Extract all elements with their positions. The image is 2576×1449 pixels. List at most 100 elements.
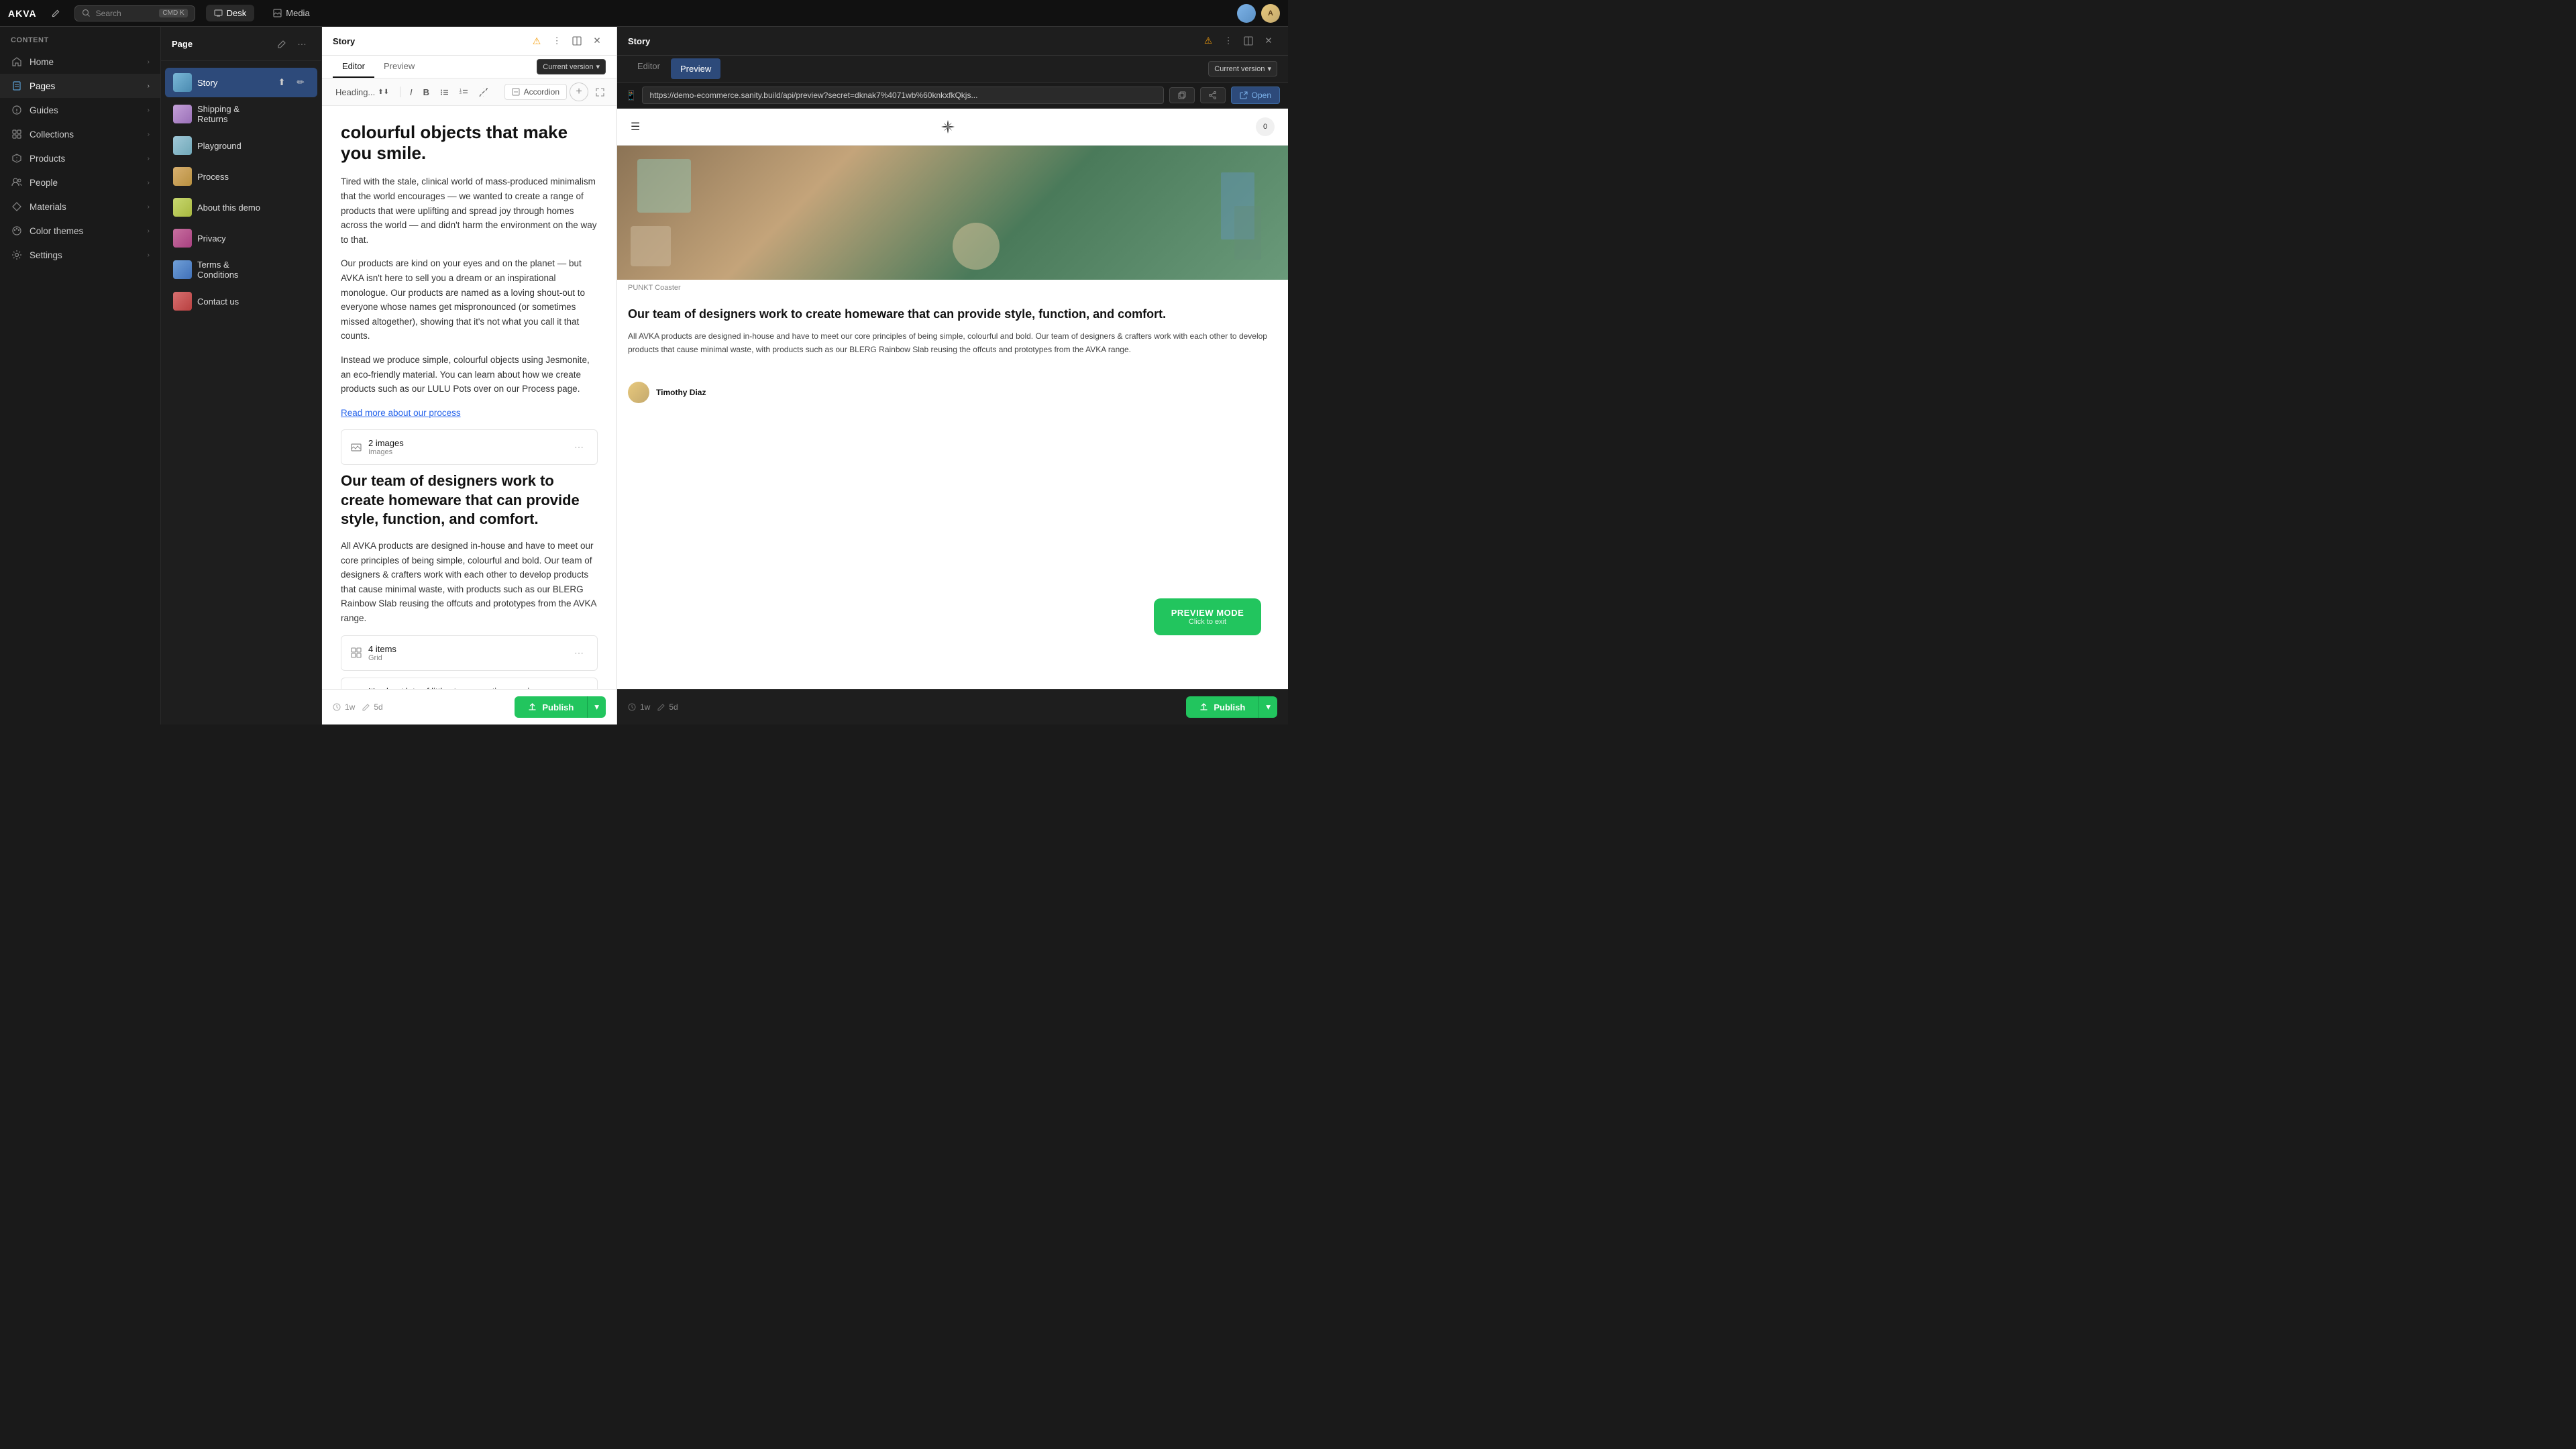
page-item-about[interactable]: About this demo ⬆ ✏: [165, 193, 317, 222]
panel-more-btn[interactable]: ···: [293, 35, 311, 52]
sidebar-pages-label: Pages: [30, 81, 141, 91]
warning-icon-right: ⚠: [1204, 36, 1212, 46]
url-input[interactable]: [642, 87, 1163, 104]
editor-tab-editor[interactable]: Editor: [333, 56, 374, 78]
sidebar-item-pages[interactable]: Pages ›: [0, 74, 160, 98]
sidebar-item-products[interactable]: Products ›: [0, 146, 160, 170]
publish-dropdown-right[interactable]: ▾: [1258, 696, 1277, 718]
page-item-privacy[interactable]: Privacy ⬆ ✏: [165, 223, 317, 253]
bullet-list-btn[interactable]: [436, 85, 453, 99]
hamburger-icon[interactable]: ☰: [631, 120, 640, 133]
page-panel: Page ··· Story ⬆ ✏ Shippin: [161, 27, 322, 724]
contact-pin-btn[interactable]: ⬆: [273, 292, 290, 310]
preview-close-btn-right[interactable]: ✕: [1260, 32, 1277, 50]
editor-more-btn-left[interactable]: ⋮: [548, 32, 566, 50]
page-item-contact[interactable]: Contact us ⬆ ✏: [165, 286, 317, 316]
process-edit-btn[interactable]: ✏: [292, 168, 309, 185]
preview-tab-editor[interactable]: Editor: [628, 56, 669, 82]
panel-edit-btn[interactable]: [273, 35, 290, 52]
page-item-shipping[interactable]: Shipping & Returns ⬆ ✏: [165, 99, 317, 129]
shipping-pin-btn[interactable]: ⬆: [273, 105, 290, 123]
playground-pin-btn[interactable]: ⬆: [273, 137, 290, 154]
tab-media[interactable]: Media: [265, 5, 317, 21]
search-placeholder: Search: [96, 9, 121, 18]
block-images-subtitle: Images: [368, 448, 564, 456]
avatar-primary[interactable]: [1237, 4, 1256, 23]
preview-share-btn[interactable]: [1200, 87, 1226, 103]
privacy-pin-btn[interactable]: ⬆: [273, 229, 290, 247]
clock-icon-left: [333, 703, 341, 711]
sidebar-item-materials[interactable]: Materials ›: [0, 195, 160, 219]
sidebar-item-guides[interactable]: Guides ›: [0, 98, 160, 122]
accordion-icon: [512, 88, 520, 96]
block-images-title: 2 images: [368, 438, 564, 448]
terms-edit-btn[interactable]: ✏: [292, 261, 309, 278]
privacy-edit-btn[interactable]: ✏: [292, 229, 309, 247]
contact-edit-btn[interactable]: ✏: [292, 292, 309, 310]
clock-icon-right: [628, 703, 636, 711]
editor-para-3: Instead we produce simple, colourful obj…: [341, 353, 598, 396]
block-grid[interactable]: 4 items Grid ⋯: [341, 635, 598, 671]
sidebar-guides-label: Guides: [30, 105, 141, 115]
sidebar-item-people[interactable]: People ›: [0, 170, 160, 195]
preview-copy-btn[interactable]: [1169, 87, 1195, 103]
preview-split-btn-right[interactable]: [1240, 32, 1257, 50]
version-select-left[interactable]: Current version ▾: [537, 59, 606, 74]
cart-icon[interactable]: 0: [1256, 117, 1275, 136]
shipping-edit-btn[interactable]: ✏: [292, 105, 309, 123]
playground-edit-btn[interactable]: ✏: [292, 137, 309, 154]
sidebar-item-home[interactable]: Home ›: [0, 50, 160, 74]
link-icon: [479, 88, 488, 97]
page-item-playground[interactable]: Playground ⬆ ✏: [165, 131, 317, 160]
editor-link[interactable]: Read more about our process: [341, 408, 461, 418]
tab-desk[interactable]: Desk: [206, 5, 255, 21]
people-icon: [11, 176, 23, 189]
search-bar[interactable]: Search CMD K: [74, 5, 195, 21]
version-select-right[interactable]: Current version ▾: [1208, 61, 1277, 76]
preview-warning-btn-right[interactable]: ⚠: [1199, 32, 1217, 50]
page-terms-name: Terms & Conditions: [197, 260, 268, 280]
block-grid-menu-btn[interactable]: ⋯: [570, 646, 588, 660]
editor-warning-btn-left[interactable]: ⚠: [528, 32, 545, 50]
editor-tab-preview[interactable]: Preview: [374, 56, 424, 78]
heading-select[interactable]: Heading... ⬆⬇: [330, 85, 394, 100]
block-images[interactable]: 2 images Images ⋯: [341, 429, 598, 465]
preview-tab-preview[interactable]: Preview: [671, 58, 720, 79]
edit-panel-icon: [278, 40, 286, 48]
terms-pin-btn[interactable]: ⬆: [273, 261, 290, 278]
add-block-btn[interactable]: +: [570, 83, 588, 101]
toolbar-right: Accordion +: [504, 83, 608, 101]
page-item-process[interactable]: Process ⬆ ✏: [165, 162, 317, 191]
page-item-story[interactable]: Story ⬆ ✏: [165, 68, 317, 97]
avatar-secondary[interactable]: A: [1261, 4, 1280, 23]
bold-btn[interactable]: B: [419, 85, 433, 100]
site-testimonial: Timothy Diaz: [617, 374, 1288, 411]
preview-open-btn[interactable]: Open: [1231, 87, 1280, 104]
block-callout[interactable]: It's about lots of little steps over tim…: [341, 678, 598, 689]
story-edit-btn[interactable]: ✏: [292, 74, 309, 91]
sidebar-item-color-themes[interactable]: Color themes ›: [0, 219, 160, 243]
process-pin-btn[interactable]: ⬆: [273, 168, 290, 185]
preview-more-btn-right[interactable]: ⋮: [1220, 32, 1237, 50]
preview-url-bar: 📱 Open: [617, 83, 1288, 109]
editor-close-btn-left[interactable]: ✕: [588, 32, 606, 50]
expand-btn[interactable]: [591, 83, 608, 101]
story-pin-btn[interactable]: ⬆: [273, 74, 290, 91]
publish-btn-right[interactable]: Publish: [1186, 696, 1258, 718]
editor-split-btn-left[interactable]: [568, 32, 586, 50]
italic-btn[interactable]: I: [406, 85, 417, 100]
block-images-menu-btn[interactable]: ⋯: [570, 440, 588, 454]
publish-btn-left[interactable]: Publish: [515, 696, 587, 718]
edit-icon-btn[interactable]: [48, 5, 64, 21]
preview-mode-banner[interactable]: PREVIEW MODE Click to exit: [1154, 598, 1261, 635]
link-btn[interactable]: [475, 85, 492, 99]
about-pin-btn[interactable]: ⬆: [273, 199, 290, 216]
sidebar-item-collections[interactable]: Collections ›: [0, 122, 160, 146]
accordion-btn[interactable]: Accordion: [504, 84, 567, 100]
sidebar-item-settings[interactable]: Settings ›: [0, 243, 160, 267]
publish-dropdown-left[interactable]: ▾: [587, 696, 606, 718]
footer-edit-time-left: 5d: [374, 702, 382, 712]
numbered-list-btn[interactable]: 1.2.: [455, 85, 472, 99]
page-item-terms[interactable]: Terms & Conditions ⬆ ✏: [165, 254, 317, 285]
about-edit-btn[interactable]: ✏: [292, 199, 309, 216]
